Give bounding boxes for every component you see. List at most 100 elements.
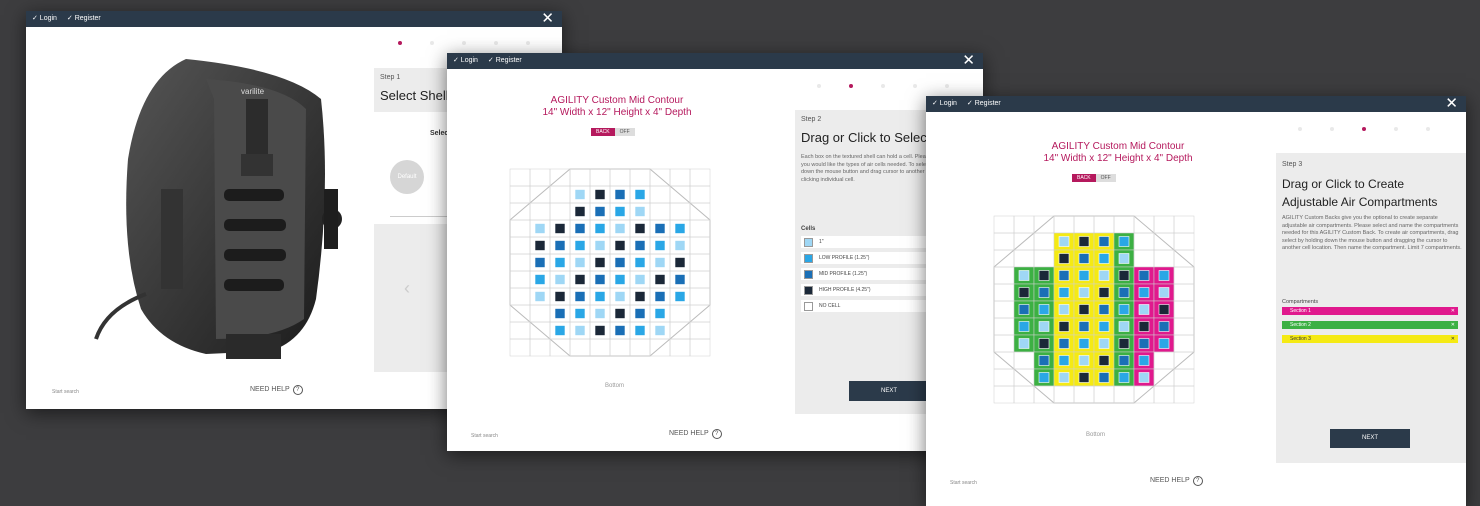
air-cell[interactable] bbox=[554, 223, 566, 234]
air-cell[interactable] bbox=[1118, 355, 1130, 366]
air-cell[interactable] bbox=[594, 223, 606, 234]
grid-cell[interactable] bbox=[669, 168, 691, 187]
grid-cell[interactable] bbox=[1173, 232, 1195, 251]
step-dot-3[interactable] bbox=[462, 41, 466, 45]
air-cell[interactable] bbox=[1018, 270, 1030, 281]
air-cell[interactable] bbox=[594, 274, 606, 285]
next-button[interactable]: NEXT bbox=[849, 381, 929, 401]
air-cell[interactable] bbox=[1078, 287, 1090, 298]
air-cell[interactable] bbox=[674, 223, 686, 234]
need-help-link[interactable]: NEED HELP? bbox=[1150, 476, 1203, 486]
air-cell[interactable] bbox=[1038, 355, 1050, 366]
air-cell[interactable] bbox=[1118, 236, 1130, 247]
air-cell[interactable] bbox=[1078, 304, 1090, 315]
grid-cell[interactable] bbox=[1173, 215, 1195, 234]
air-cell[interactable] bbox=[1058, 304, 1070, 315]
air-cell[interactable] bbox=[1118, 372, 1130, 383]
air-cell[interactable] bbox=[594, 189, 606, 200]
air-cell[interactable] bbox=[1138, 270, 1150, 281]
air-cell[interactable] bbox=[614, 308, 626, 319]
grid-cell[interactable] bbox=[1173, 368, 1195, 387]
air-cell[interactable] bbox=[1158, 338, 1170, 349]
air-cell[interactable] bbox=[554, 308, 566, 319]
air-cell[interactable] bbox=[1098, 236, 1110, 247]
step-dot-4[interactable] bbox=[1394, 127, 1398, 131]
air-cell[interactable] bbox=[1138, 287, 1150, 298]
grid-cell[interactable] bbox=[509, 338, 531, 357]
grid-cell[interactable] bbox=[1153, 385, 1175, 404]
step-dot-4[interactable] bbox=[913, 84, 917, 88]
air-cell[interactable] bbox=[1098, 355, 1110, 366]
close-icon[interactable]: ✕ bbox=[962, 53, 975, 69]
air-cell[interactable] bbox=[614, 189, 626, 200]
register-link[interactable]: ✓ Register bbox=[67, 15, 101, 22]
next-button[interactable]: NEXT bbox=[1330, 429, 1410, 448]
step-dot-5[interactable] bbox=[1426, 127, 1430, 131]
start-search-link[interactable]: Start search bbox=[471, 433, 498, 439]
air-cell[interactable] bbox=[614, 291, 626, 302]
air-cell[interactable] bbox=[574, 274, 586, 285]
air-cell[interactable] bbox=[594, 240, 606, 251]
air-cell[interactable] bbox=[1058, 338, 1070, 349]
step-dot-1[interactable] bbox=[1298, 127, 1302, 131]
air-cell[interactable] bbox=[594, 325, 606, 336]
toggle-off[interactable]: OFF bbox=[1095, 174, 1116, 182]
air-cell[interactable] bbox=[1078, 270, 1090, 281]
air-cell[interactable] bbox=[1038, 338, 1050, 349]
air-cell[interactable] bbox=[594, 206, 606, 217]
air-cell[interactable] bbox=[1098, 372, 1110, 383]
toggle-on[interactable]: BACK bbox=[591, 128, 615, 136]
grid-cell[interactable] bbox=[529, 338, 551, 357]
remove-icon[interactable]: ✕ bbox=[1451, 321, 1455, 329]
grid-cell[interactable] bbox=[509, 168, 531, 187]
air-cell[interactable] bbox=[574, 189, 586, 200]
grid-cell[interactable] bbox=[993, 232, 1015, 251]
grid-cell[interactable] bbox=[1153, 215, 1175, 234]
close-icon[interactable]: ✕ bbox=[541, 11, 554, 27]
air-cell[interactable] bbox=[654, 308, 666, 319]
remove-icon[interactable]: ✕ bbox=[1451, 307, 1455, 315]
air-cell[interactable] bbox=[1158, 304, 1170, 315]
step-dot-5[interactable] bbox=[945, 84, 949, 88]
air-cell[interactable] bbox=[1098, 321, 1110, 332]
air-cell[interactable] bbox=[1138, 355, 1150, 366]
cell-grid[interactable] bbox=[500, 157, 740, 377]
air-cell[interactable] bbox=[634, 206, 646, 217]
air-cell[interactable] bbox=[614, 206, 626, 217]
air-cell[interactable] bbox=[1018, 304, 1030, 315]
air-cell[interactable] bbox=[574, 291, 586, 302]
air-cell[interactable] bbox=[1118, 338, 1130, 349]
air-cell[interactable] bbox=[1058, 355, 1070, 366]
air-cell[interactable] bbox=[634, 291, 646, 302]
air-cell[interactable] bbox=[654, 274, 666, 285]
air-cell[interactable] bbox=[1078, 338, 1090, 349]
need-help-link[interactable]: NEED HELP? bbox=[669, 429, 722, 439]
air-cell[interactable] bbox=[1118, 253, 1130, 264]
air-cell[interactable] bbox=[1138, 372, 1150, 383]
grid-cell[interactable] bbox=[993, 368, 1015, 387]
close-icon[interactable]: ✕ bbox=[1445, 96, 1458, 112]
toggle-off[interactable]: OFF bbox=[614, 128, 635, 136]
air-cell[interactable] bbox=[654, 325, 666, 336]
start-search-link[interactable]: Start search bbox=[52, 389, 79, 395]
air-cell[interactable] bbox=[1158, 287, 1170, 298]
air-cell[interactable] bbox=[1098, 287, 1110, 298]
grid-cell[interactable] bbox=[689, 185, 711, 204]
grid-cell[interactable] bbox=[689, 338, 711, 357]
air-cell[interactable] bbox=[554, 325, 566, 336]
air-cell[interactable] bbox=[634, 308, 646, 319]
air-cell[interactable] bbox=[674, 274, 686, 285]
air-cell[interactable] bbox=[1098, 338, 1110, 349]
step-dot-2[interactable] bbox=[1330, 127, 1334, 131]
login-link[interactable]: ✓ Login bbox=[32, 15, 57, 22]
air-cell[interactable] bbox=[1078, 355, 1090, 366]
air-cell[interactable] bbox=[614, 223, 626, 234]
air-cell[interactable] bbox=[554, 274, 566, 285]
air-cell[interactable] bbox=[1138, 304, 1150, 315]
air-cell[interactable] bbox=[1058, 372, 1070, 383]
air-cell[interactable] bbox=[614, 257, 626, 268]
air-cell[interactable] bbox=[654, 291, 666, 302]
air-cell[interactable] bbox=[634, 325, 646, 336]
air-cell[interactable] bbox=[1098, 270, 1110, 281]
grid-cell[interactable] bbox=[689, 168, 711, 187]
